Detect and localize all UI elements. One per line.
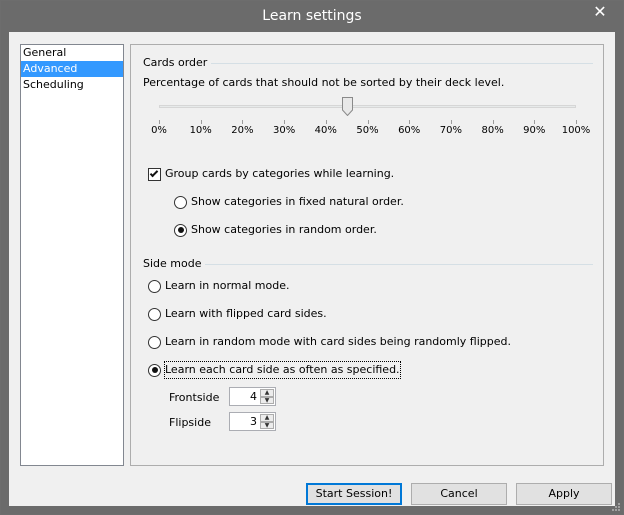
close-icon[interactable]: ✕ (585, 1, 615, 23)
window-frame-left (1, 32, 9, 514)
sidebar-item-general[interactable]: General (21, 45, 123, 61)
radio-circle[interactable] (174, 195, 187, 209)
slider-tick (409, 120, 411, 124)
cancel-button[interactable]: Cancel (411, 483, 507, 505)
radio-circle[interactable] (148, 307, 161, 321)
flipside-spin-buttons[interactable]: ▲ ▼ (260, 414, 274, 429)
side-mode-title: Side mode (143, 257, 206, 270)
slider-tick-label: 90% (523, 125, 546, 136)
radio-circle[interactable] (148, 335, 161, 349)
slider-tick-label: 60% (398, 125, 421, 136)
radio-circle[interactable] (174, 223, 187, 237)
flipside-label: Flipside (169, 416, 211, 429)
spin-up-icon[interactable]: ▲ (260, 414, 274, 422)
frontside-label: Frontside (169, 391, 220, 404)
slider-tick (242, 120, 244, 124)
window-title: Learn settings (262, 8, 362, 24)
radio-selected-dot (177, 227, 184, 233)
slider-tick-label: 70% (439, 125, 462, 136)
title-bar[interactable]: Learn settings ✕ (1, 1, 623, 32)
learn-settings-window: Learn settings ✕ General Advanced Schedu… (0, 0, 624, 515)
flipside-input[interactable] (231, 414, 259, 429)
radio-random-mode[interactable]: Learn in random mode with card sides bei… (148, 334, 511, 350)
slider-tick-label: 10% (189, 125, 212, 136)
group-by-categories-checkbox[interactable]: Group cards by categories while learning… (148, 166, 394, 182)
radio-circle[interactable] (148, 279, 161, 293)
advanced-settings-panel: Cards order Percentage of cards that sho… (130, 44, 604, 466)
slider-tick-label: 30% (272, 125, 296, 136)
slider-tick-label: 0% (151, 125, 167, 136)
slider-tick-label: 40% (314, 125, 337, 136)
slider-tick (534, 120, 536, 124)
start-session-button[interactable]: Start Session! (306, 483, 402, 505)
slider-tick (159, 120, 160, 124)
cards-order-title: Cards order (143, 56, 212, 69)
spin-down-icon[interactable]: ▼ (260, 421, 274, 429)
side-mode-divider (143, 264, 593, 265)
slider-tick (284, 120, 286, 124)
settings-category-list[interactable]: General Advanced Scheduling (20, 44, 124, 466)
apply-button[interactable]: Apply (516, 483, 612, 505)
each-side-specified-label: Learn each card side as often as specifi… (164, 361, 401, 379)
slider-tick (367, 120, 369, 124)
radio-normal-mode[interactable]: Learn in normal mode. (148, 278, 290, 294)
radio-selected-dot (151, 367, 158, 373)
slider-tick (325, 120, 327, 124)
frontside-spinbox[interactable]: ▲ ▼ (229, 387, 276, 406)
fixed-order-label: Show categories in fixed natural order. (191, 195, 404, 208)
spin-up-icon[interactable]: ▲ (260, 389, 274, 397)
spin-down-icon[interactable]: ▼ (260, 396, 274, 404)
normal-mode-label: Learn in normal mode. (165, 279, 290, 292)
sidebar-item-scheduling[interactable]: Scheduling (21, 77, 123, 93)
slider-tick (450, 120, 452, 124)
frontside-spin-buttons[interactable]: ▲ ▼ (260, 389, 274, 404)
slider-tick-label: 50% (356, 125, 379, 136)
slider-tick (576, 120, 577, 124)
window-frame-right (615, 32, 623, 514)
radio-flipped-sides[interactable]: Learn with flipped card sides. (148, 306, 327, 322)
checkbox-box[interactable] (148, 167, 161, 181)
slider-tick-label: 20% (231, 125, 254, 136)
random-mode-label: Learn in random mode with card sides bei… (165, 335, 511, 348)
window-frame-bottom (1, 506, 623, 514)
group-by-categories-label: Group cards by categories while learning… (165, 167, 395, 180)
random-order-label: Show categories in random order. (191, 223, 377, 236)
slider-tick (492, 120, 494, 124)
radio-random-order[interactable]: Show categories in random order. (174, 222, 377, 238)
radio-circle[interactable] (148, 363, 161, 377)
cards-order-description: Percentage of cards that should not be s… (143, 76, 505, 89)
flipside-spinbox[interactable]: ▲ ▼ (229, 412, 276, 431)
slider-tick-label: 80% (481, 125, 504, 136)
sidebar-item-advanced[interactable]: Advanced (21, 61, 123, 77)
radio-fixed-natural-order[interactable]: Show categories in fixed natural order. (174, 194, 404, 210)
frontside-input[interactable] (231, 389, 259, 404)
cards-order-slider-track[interactable] (159, 105, 576, 108)
slider-tick (200, 120, 202, 124)
radio-each-side-specified[interactable]: Learn each card side as often as specifi… (148, 361, 401, 379)
flipped-sides-label: Learn with flipped card sides. (165, 307, 327, 320)
checkmark-icon (149, 168, 159, 177)
slider-tick-label: 100% (561, 125, 591, 136)
resize-grip-icon[interactable] (611, 502, 621, 512)
cards-order-slider-thumb[interactable] (341, 97, 353, 116)
